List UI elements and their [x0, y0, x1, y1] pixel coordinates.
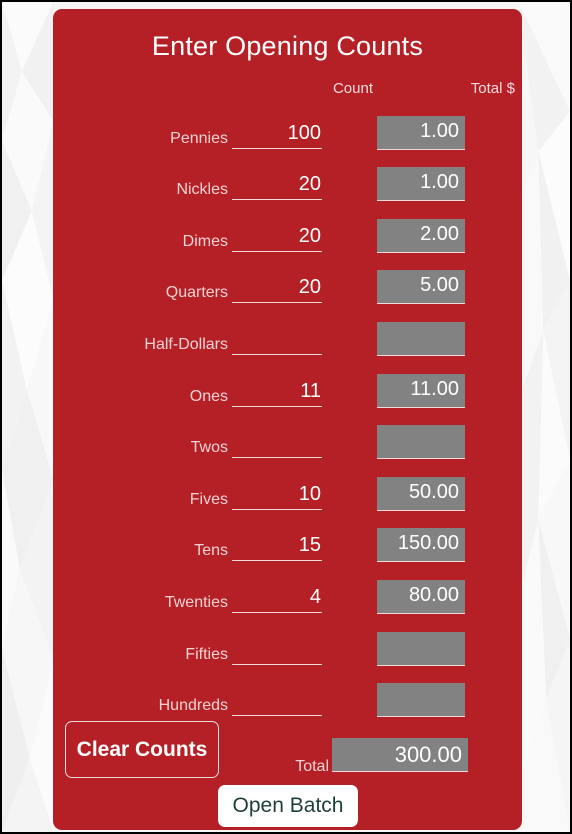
denomination-row: Half-Dollars	[53, 310, 522, 362]
denomination-row: Ones 11 11.00	[53, 362, 522, 414]
total-field-nickles: 1.00	[377, 167, 465, 202]
denomination-row: Fifties	[53, 620, 522, 672]
count-input-hundreds[interactable]	[232, 680, 322, 717]
count-input-pennies[interactable]: 100	[232, 113, 322, 149]
denomination-label: Quarters	[165, 284, 228, 302]
total-value: 150.00	[397, 532, 459, 555]
count-value: 15	[298, 534, 321, 557]
denomination-row: Quarters 20 5.00	[53, 259, 522, 311]
count-value: 4	[309, 585, 321, 608]
grand-total-label: Total	[295, 758, 329, 775]
grand-total-value: 300.00	[394, 742, 462, 767]
column-header-count: Count	[332, 80, 373, 97]
denomination-label: Tens	[194, 542, 228, 560]
count-input-twos[interactable]	[232, 422, 322, 459]
total-field-dimes: 2.00	[377, 218, 465, 253]
page-title: Enter Opening Counts	[151, 31, 424, 61]
denomination-label: Half-Dollars	[144, 335, 228, 353]
count-value: 11	[300, 379, 321, 402]
total-field-hundreds	[377, 683, 465, 718]
total-value: 5.00	[420, 274, 459, 297]
count-value: 20	[298, 224, 321, 247]
count-value: 20	[298, 276, 321, 299]
open-batch-button[interactable]: Open Batch	[218, 785, 358, 827]
denomination-label: Ones	[189, 387, 228, 405]
total-field-twenties: 80.00	[377, 579, 465, 614]
total-value: 2.00	[420, 222, 459, 245]
total-field-quarters: 5.00	[377, 270, 465, 305]
count-input-ones[interactable]: 11	[232, 371, 322, 407]
count-input-dimes[interactable]: 20	[232, 216, 322, 252]
count-input-fives[interactable]: 10	[232, 474, 322, 510]
total-field-fives: 50.00	[377, 476, 465, 511]
count-input-nickles[interactable]: 20	[232, 164, 322, 201]
denomination-label: Nickles	[176, 181, 228, 199]
column-header-total: Total $	[470, 80, 515, 97]
total-value: 1.00	[420, 171, 459, 194]
denomination-label: Fives	[189, 490, 228, 508]
clear-counts-button[interactable]: Clear Counts	[65, 721, 219, 778]
count-value: 100	[287, 121, 321, 144]
total-field-ones: 11.00	[377, 373, 465, 408]
denomination-row: Hundreds	[53, 672, 522, 724]
denomination-row: Twenties 4 80.00	[53, 568, 522, 620]
count-input-tens[interactable]: 15	[232, 525, 322, 562]
count-input-half-dollars[interactable]	[232, 319, 322, 355]
denomination-row: Fives 10 50.00	[53, 465, 522, 517]
total-field-tens: 150.00	[377, 528, 465, 563]
denomination-row: Nickles 20 1.00	[53, 156, 522, 208]
total-value: 1.00	[420, 119, 459, 142]
grand-total-field: 300.00	[332, 738, 468, 772]
count-value: 10	[298, 482, 321, 505]
denomination-rows: Pennies 100 1.00 Nickles 20 1.00 Dimes 20 2.00 Qu…	[53, 104, 522, 723]
total-value: 11.00	[410, 377, 459, 400]
count-input-fifties[interactable]	[232, 629, 322, 665]
total-field-twos	[377, 425, 465, 460]
denomination-row: Pennies 100 1.00	[53, 104, 522, 156]
total-field-pennies: 1.00	[377, 115, 465, 150]
total-value: 80.00	[408, 583, 459, 606]
denomination-row: Twos	[53, 414, 522, 466]
denomination-label: Pennies	[170, 129, 228, 147]
count-value: 20	[298, 173, 321, 196]
denomination-label: Twos	[190, 439, 228, 457]
count-input-twenties[interactable]: 4	[232, 577, 322, 613]
total-field-fifties	[377, 631, 465, 666]
count-input-quarters[interactable]: 20	[232, 267, 322, 304]
total-field-half-dollars	[377, 321, 465, 356]
denomination-label: Hundreds	[158, 697, 228, 715]
denomination-label: Dimes	[182, 232, 228, 250]
opening-counts-panel: Enter Opening Counts Count Total $ Penni…	[53, 9, 522, 830]
denomination-row: Dimes 20 2.00	[53, 207, 522, 259]
denomination-label: Fifties	[185, 645, 228, 663]
total-value: 50.00	[408, 480, 459, 503]
app-window: Enter Opening Counts Count Total $ Penni…	[0, 0, 572, 834]
denomination-label: Twenties	[164, 593, 228, 611]
denomination-row: Tens 15 150.00	[53, 517, 522, 569]
